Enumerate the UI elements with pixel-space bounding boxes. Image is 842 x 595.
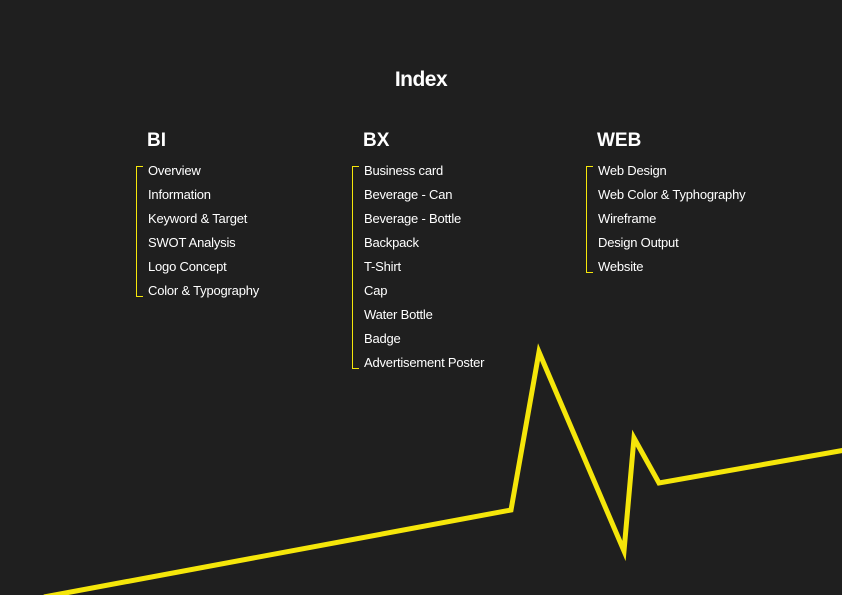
heartbeat-line — [43, 343, 842, 595]
heartbeat-line-decoration — [43, 343, 842, 595]
